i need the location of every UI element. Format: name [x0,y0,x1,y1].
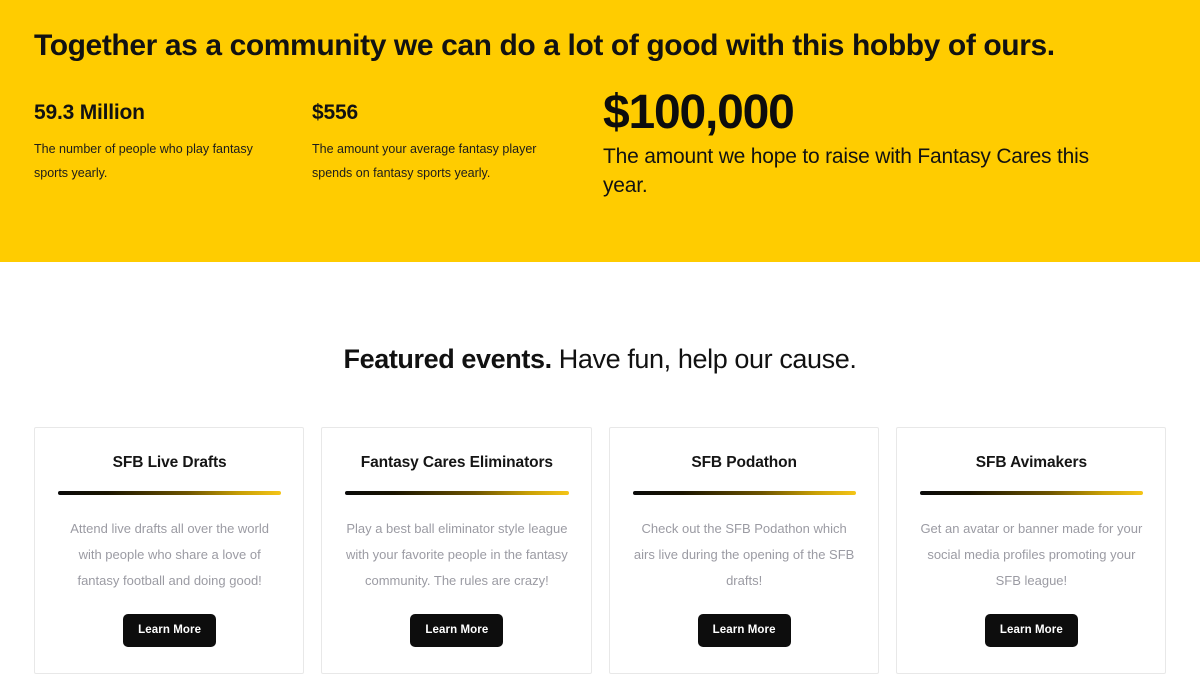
stat-block-goal: $100,000 The amount we hope to raise wit… [603,89,1166,201]
event-card[interactable]: Fantasy Cares Eliminators Play a best ba… [321,427,592,674]
hero-banner: Together as a community we can do a lot … [0,0,1200,262]
hero-title: Together as a community we can do a lot … [34,29,1055,62]
event-card[interactable]: SFB Avimakers Get an avatar or banner ma… [895,427,1166,674]
learn-more-button[interactable]: Learn More [123,613,217,647]
event-card-title: SFB Podathon [691,454,797,471]
featured-events-card-grid: SFB Live Drafts Attend live drafts all o… [0,427,1200,674]
gradient-divider-icon [58,490,282,495]
event-card-description: Get an avatar or banner made for your so… [920,520,1143,588]
event-card-description: Check out the SFB Podathon which airs li… [633,520,855,588]
featured-events-heading: Featured events. Have fun, help our caus… [0,344,1200,375]
hero-stats-row: 59.3 Million The number of people who pl… [34,89,1166,201]
stat-block-spend: $556 The amount your average fantasy pla… [312,101,590,184]
stat-description-players: The number of people who play fantasy sp… [34,142,253,180]
event-card-title: SFB Live Drafts [112,454,227,471]
stat-value-spend: $556 [312,101,358,125]
event-card-description: Attend live drafts all over the world wi… [70,520,269,588]
learn-more-button[interactable]: Learn More [410,613,504,647]
gradient-divider-icon [345,490,569,495]
featured-events-section: Featured events. Have fun, help our caus… [0,262,1200,674]
stat-block-players: 59.3 Million The number of people who pl… [34,101,312,184]
event-card[interactable]: SFB Live Drafts Attend live drafts all o… [34,427,305,674]
gradient-divider-icon [632,490,856,495]
stat-description-goal: The amount we hope to raise with Fantasy… [603,145,1089,198]
featured-heading-strong: Featured events. [343,344,553,374]
learn-more-button[interactable]: Learn More [984,613,1078,647]
learn-more-button[interactable]: Learn More [697,613,791,647]
event-card[interactable]: SFB Podathon Check out the SFB Podathon … [608,427,879,674]
event-card-description: Play a best ball eliminator style league… [345,520,568,588]
gradient-divider-icon [919,490,1143,495]
stat-description-spend: The amount your average fantasy player s… [312,142,537,180]
event-card-title: SFB Avimakers [975,454,1088,471]
stat-value-goal: $100,000 [603,86,795,140]
featured-heading-rest: Have fun, help our cause. [551,344,857,374]
event-card-title: Fantasy Cares Eliminators [360,454,553,471]
stat-value-players: 59.3 Million [34,101,145,125]
